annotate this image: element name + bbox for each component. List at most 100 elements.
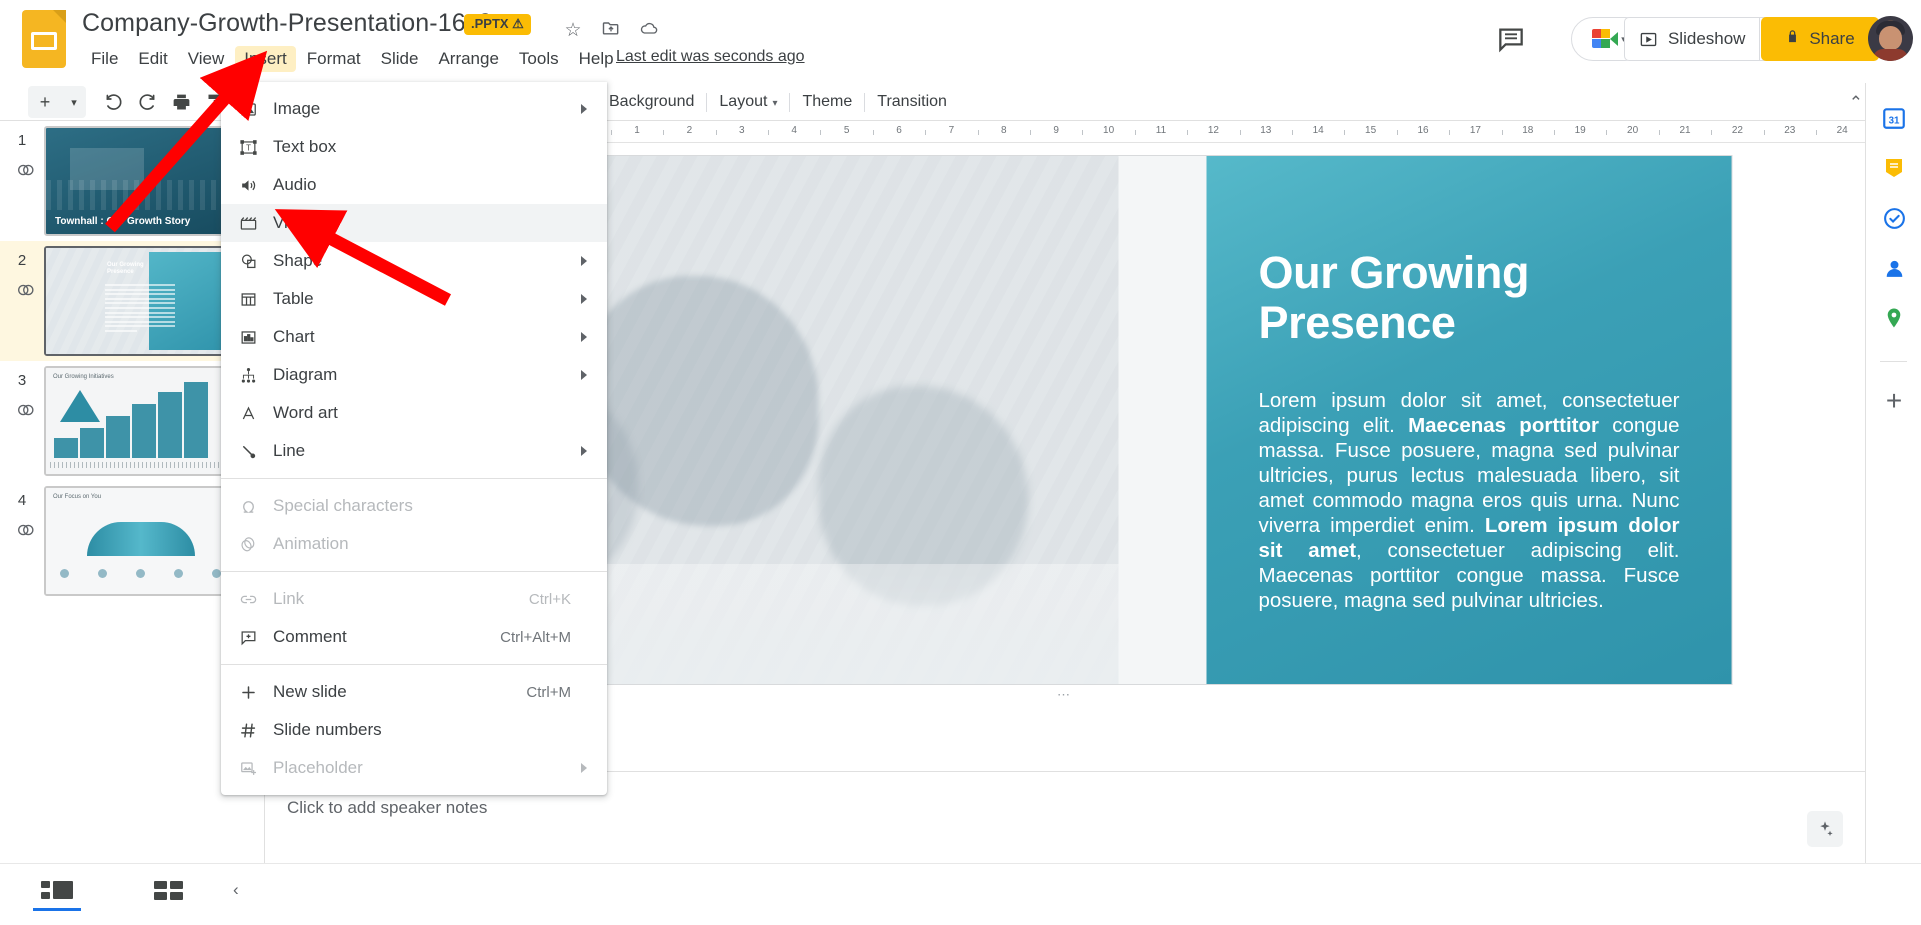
maps-icon[interactable]	[1877, 301, 1911, 335]
ruler-tick	[1659, 130, 1660, 135]
insert-menu-item-diagram[interactable]: Diagram	[221, 356, 607, 394]
insert-menu-item-shape[interactable]: Shape	[221, 242, 607, 280]
thumbnail-image[interactable]: Townhall : Our Growth Story	[44, 126, 237, 236]
toolbar-layout-button[interactable]: Layout▾	[707, 89, 789, 115]
slide-title[interactable]: Our Growing Presence	[1259, 248, 1680, 348]
collapse-filmstrip-icon[interactable]: ‹	[233, 880, 239, 900]
layers-icon	[14, 399, 38, 421]
hash-icon	[239, 721, 273, 740]
toolbar-background-label: Background	[609, 93, 694, 110]
menu-help[interactable]: Help	[570, 46, 623, 72]
calendar-icon[interactable]: 31	[1877, 101, 1911, 135]
thumb2-title: Our Growing Presence	[107, 262, 169, 276]
file-type-badge[interactable]: .PPTX ⚠	[464, 14, 531, 35]
slide-body-text[interactable]: Lorem ipsum dolor sit amet, consectetuer…	[1259, 388, 1680, 613]
toolbar-transition-button[interactable]: Transition	[865, 89, 959, 115]
thumb3-art: Our Growing Initiatives	[46, 368, 235, 474]
menu-insert[interactable]: Insert	[235, 46, 296, 72]
undo-icon[interactable]	[96, 86, 130, 118]
menu-view[interactable]: View	[179, 46, 234, 72]
share-button[interactable]: Share	[1761, 17, 1879, 61]
menu-file[interactable]: File	[82, 46, 127, 72]
insert-menu-item-word-art[interactable]: Word art	[221, 394, 607, 432]
collapse-toolbar-icon[interactable]: ⌃	[1849, 93, 1863, 113]
thumbnail-image[interactable]: Our Focus on You	[44, 486, 237, 596]
add-side-panel-app-icon[interactable]: +	[1877, 386, 1911, 420]
toolbar-right-group: Background Layout▾ThemeTransition	[597, 87, 959, 117]
avatar-face	[1879, 26, 1902, 50]
menu-format[interactable]: Format	[298, 46, 370, 72]
menu-tools[interactable]: Tools	[510, 46, 568, 72]
ruler-tick	[1606, 130, 1607, 135]
ruler-label: 23	[1784, 125, 1795, 136]
menu-edit[interactable]: Edit	[129, 46, 176, 72]
toolbar-theme-button[interactable]: Theme	[790, 89, 864, 115]
slides-logo-icon[interactable]	[22, 10, 66, 68]
toolbar-layout-label: Layout	[719, 93, 767, 110]
slide-number: 4	[0, 486, 44, 509]
insert-menu-item-table[interactable]: Table	[221, 280, 607, 318]
grid-view-icon[interactable]	[152, 878, 186, 904]
star-icon[interactable]: ☆	[560, 18, 586, 44]
ruler-label: 10	[1103, 125, 1114, 136]
insert-menu-item-audio[interactable]: Audio	[221, 166, 607, 204]
ruler-tick	[663, 130, 664, 135]
submenu-arrow-icon	[581, 332, 587, 342]
move-to-folder-icon[interactable]	[598, 18, 624, 44]
avatar[interactable]	[1868, 16, 1913, 61]
insert-menu-item-line[interactable]: Line	[221, 432, 607, 470]
insert-menu-item-chart[interactable]: Chart	[221, 318, 607, 356]
ruler-label: 17	[1470, 125, 1481, 136]
svg-text:T: T	[246, 143, 251, 152]
table-icon	[239, 290, 273, 309]
menu-separator	[221, 571, 607, 572]
menu-item-label: Link	[273, 589, 304, 609]
thumbnail-image[interactable]: Our Growing Initiatives	[44, 366, 237, 476]
contacts-icon[interactable]	[1877, 251, 1911, 285]
share-label: Share	[1809, 29, 1854, 49]
cloud-status-icon[interactable]	[636, 18, 662, 44]
filmstrip-view-active-indicator	[33, 908, 81, 911]
menu-slide[interactable]: Slide	[372, 46, 428, 72]
keep-icon[interactable]	[1877, 151, 1911, 185]
ruler-tick	[1764, 130, 1765, 135]
tasks-icon[interactable]	[1877, 201, 1911, 235]
insert-menu-item-comment[interactable]: CommentCtrl+Alt+M	[221, 618, 607, 656]
logo-square	[31, 32, 57, 50]
slide-text-panel[interactable]: Our Growing Presence Lorem ipsum dolor s…	[1207, 156, 1732, 684]
comment-history-icon[interactable]	[1495, 23, 1529, 57]
speaker-notes-placeholder[interactable]: Click to add speaker notes	[287, 798, 487, 818]
thumb3-title: Our Growing Initiatives	[53, 374, 114, 380]
side-panel-divider	[1880, 361, 1907, 362]
ruler-tick	[1135, 130, 1136, 135]
submenu-arrow-icon	[581, 763, 587, 773]
insert-menu-item-slide-numbers[interactable]: Slide numbers	[221, 711, 607, 749]
menu-item-label: Placeholder	[273, 758, 363, 778]
word-art-icon	[239, 404, 273, 423]
filmstrip-view-icon[interactable]	[40, 878, 74, 904]
menu-arrange[interactable]: Arrange	[429, 46, 507, 72]
explore-icon[interactable]	[1807, 811, 1843, 847]
redo-icon[interactable]	[130, 86, 164, 118]
notes-resize-handle[interactable]: ⋯	[1052, 687, 1078, 697]
insert-menu-item-video[interactable]: Video	[221, 204, 607, 242]
ruler-label: 22	[1732, 125, 1743, 136]
thumb1-art: Townhall : Our Growth Story	[46, 128, 235, 234]
insert-menu-item-text-box[interactable]: TText box	[221, 128, 607, 166]
ruler-label: 1	[634, 125, 640, 136]
document-title[interactable]: Company-Growth-Presentation-16x9	[82, 9, 492, 38]
insert-dropdown-menu[interactable]: ImageTText boxAudioVideoShapeTableChartD…	[221, 82, 607, 795]
insert-menu-item-new-slide[interactable]: New slideCtrl+M	[221, 673, 607, 711]
new-slide-caret-icon[interactable]: ▾	[62, 86, 86, 118]
new-slide-group[interactable]: + ▾	[28, 86, 86, 118]
toolbar-background-button[interactable]: Background	[597, 89, 706, 115]
last-edit-status[interactable]: Last edit was seconds ago	[616, 48, 805, 66]
audio-icon	[239, 176, 273, 195]
insert-menu-item-special-characters: Special characters	[221, 487, 607, 525]
insert-menu-item-image[interactable]: Image	[221, 90, 607, 128]
thumb2-art: Our Growing Presence	[46, 248, 235, 354]
print-icon[interactable]	[164, 86, 198, 118]
new-slide-icon[interactable]: +	[28, 86, 62, 118]
thumbnail-image[interactable]: Our Growing Presence	[44, 246, 237, 356]
ruler-tick	[1082, 130, 1083, 135]
